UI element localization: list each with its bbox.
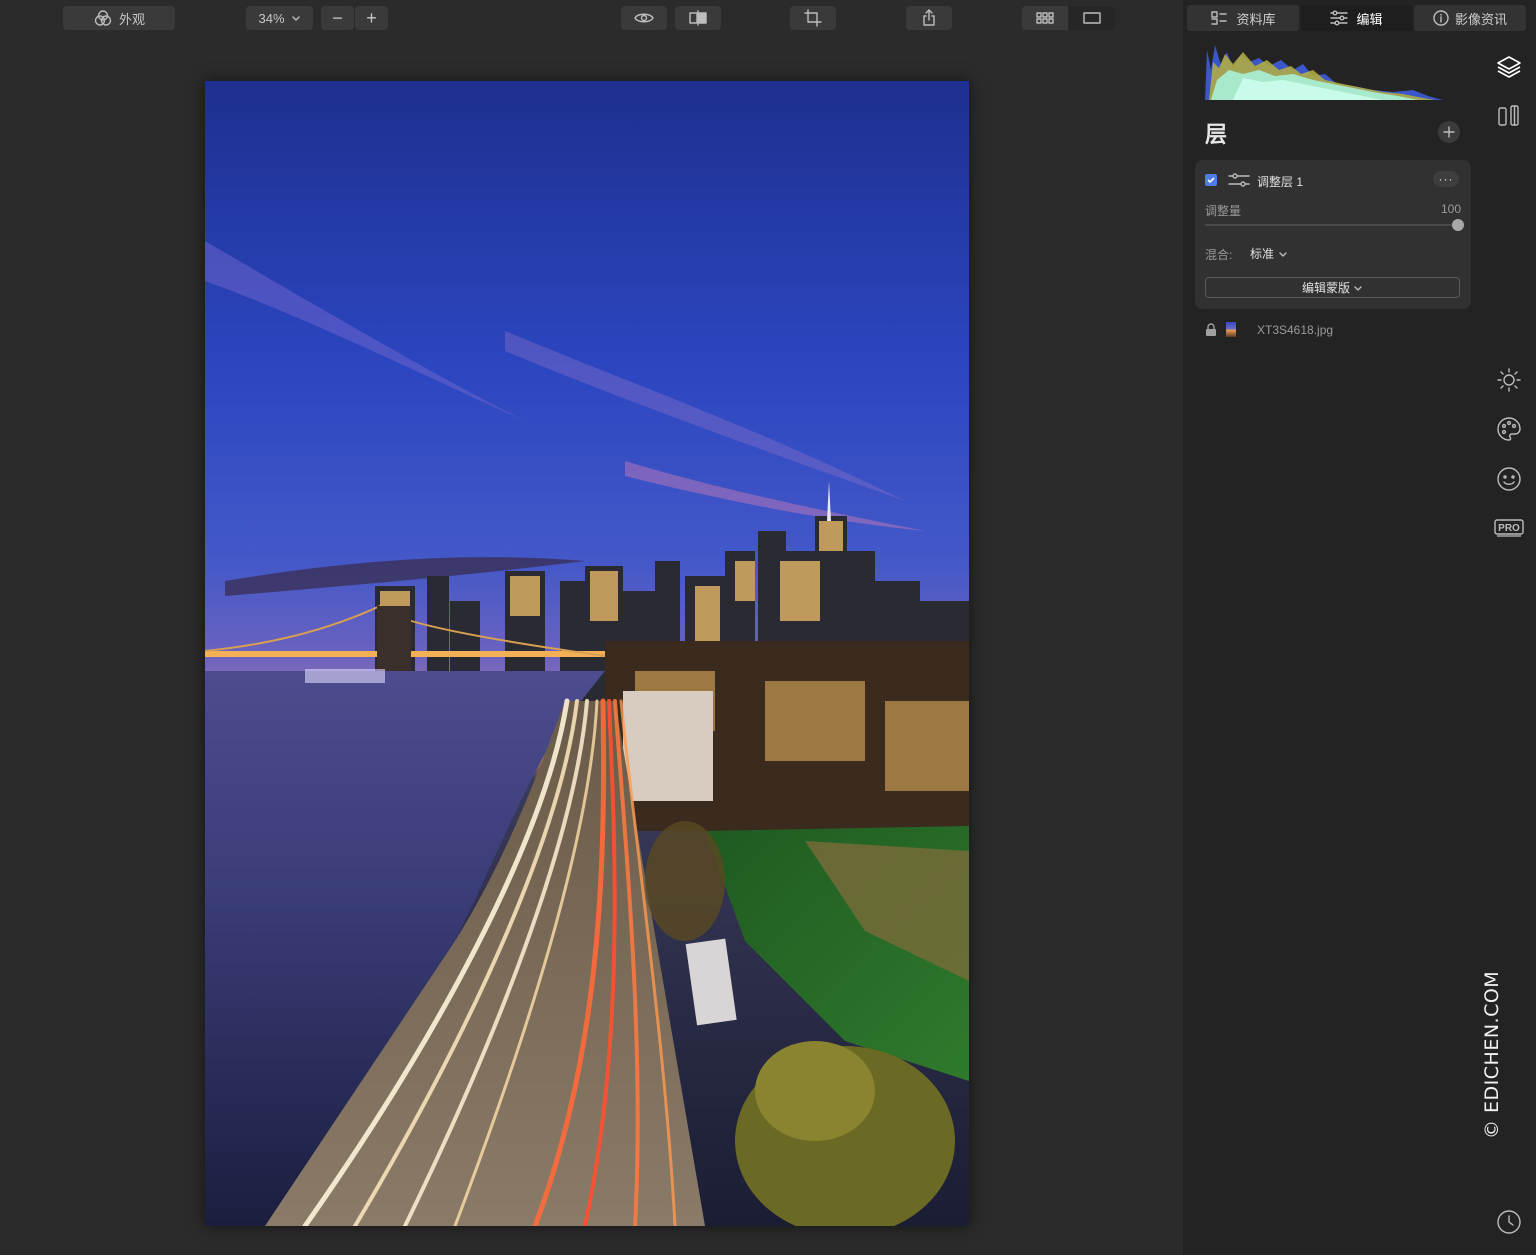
chevron-down-icon: [291, 16, 300, 21]
single-image-icon: [1083, 12, 1101, 24]
panel-tabs: 资料库 编辑 影像资讯: [1183, 0, 1536, 38]
history-button[interactable]: [1493, 1206, 1525, 1238]
tab-library-label: 资料库: [1236, 11, 1276, 27]
face-icon: [1497, 467, 1521, 491]
crop-icon: [804, 9, 822, 27]
tab-info[interactable]: 影像资讯: [1414, 5, 1526, 31]
edit-mask-button[interactable]: 编辑蒙版: [1205, 277, 1460, 298]
watermark: © EDICHEN.COM: [1480, 960, 1508, 1140]
tab-edit-label: 编辑: [1356, 11, 1383, 27]
info-icon: [1433, 10, 1449, 26]
looks-label: 外观: [118, 11, 145, 27]
edit-mask-label: 编辑蒙版: [1301, 281, 1350, 295]
presets-icon: [1498, 105, 1519, 126]
adjustment-icon: [1228, 173, 1250, 187]
top-toolbar: 外观 34% − +: [0, 0, 1183, 38]
grid-icon: [1036, 12, 1054, 24]
pro-tool-button[interactable]: PRO: [1493, 512, 1525, 544]
adjustment-layer-name[interactable]: 调整层 1: [1257, 173, 1303, 190]
amount-value[interactable]: 100: [1441, 202, 1461, 216]
tab-edit[interactable]: 编辑: [1301, 5, 1412, 31]
histogram: [1203, 40, 1453, 102]
tab-info-label: 影像资讯: [1454, 11, 1507, 27]
photo-preview[interactable]: [205, 81, 969, 1226]
compare-button[interactable]: [675, 6, 721, 30]
more-icon: ···: [1438, 172, 1454, 186]
share-icon: [923, 9, 935, 26]
plus-icon: [1443, 126, 1455, 138]
portrait-tool-button[interactable]: [1493, 463, 1525, 495]
looks-button[interactable]: 外观: [63, 6, 175, 30]
preview-button[interactable]: [621, 6, 667, 30]
pro-icon: PRO: [1494, 519, 1524, 537]
zoom-value: 34%: [258, 10, 285, 26]
blend-mode-value: 标准: [1250, 247, 1275, 261]
zoom-select[interactable]: 34%: [246, 6, 313, 30]
sliders-icon: [1330, 10, 1349, 26]
zoom-out-label: −: [332, 7, 343, 28]
watermark-text: © EDICHEN.COM: [1481, 970, 1503, 1139]
eye-icon: [634, 13, 654, 23]
single-view-button[interactable]: [1069, 6, 1115, 30]
library-icon: [1211, 11, 1228, 25]
crop-button[interactable]: [790, 6, 836, 30]
base-layer-row[interactable]: XT3S4618.jpg: [1195, 318, 1471, 342]
tab-library[interactable]: 资料库: [1187, 5, 1299, 31]
share-button[interactable]: [906, 6, 952, 30]
histogram-graph: [1205, 45, 1443, 100]
amount-slider-track: [1205, 224, 1458, 226]
photo-image: [205, 81, 969, 1226]
amount-slider-handle[interactable]: [1452, 219, 1464, 231]
adjustment-layer-card[interactable]: 调整层 1 ··· 调整量 100 混合: 标准 编辑蒙版: [1195, 160, 1471, 309]
chevron-down-icon: [1354, 285, 1362, 291]
layers-tool-button[interactable]: [1493, 51, 1525, 83]
layer-thumbnail: [1226, 322, 1236, 337]
light-tool-button[interactable]: [1493, 364, 1525, 396]
grid-view-button[interactable]: [1022, 6, 1068, 30]
svg-text:PRO: PRO: [1498, 523, 1520, 534]
clock-icon: [1497, 1210, 1521, 1234]
amount-slider[interactable]: [1205, 219, 1464, 231]
layer-visibility-checkbox[interactable]: [1205, 174, 1217, 186]
layers-icon: [1497, 56, 1521, 78]
blend-label: 混合:: [1205, 248, 1233, 262]
layer-more-button[interactable]: ···: [1433, 171, 1459, 187]
looks-icon: [94, 10, 112, 26]
lock-icon: [1206, 323, 1216, 336]
color-tool-button[interactable]: [1493, 413, 1525, 445]
blend-mode-select[interactable]: 标准: [1250, 245, 1288, 262]
zoom-out-button[interactable]: −: [321, 6, 354, 30]
split-view-icon: [689, 10, 707, 26]
checkmark-icon: [1207, 177, 1215, 184]
presets-tool-button[interactable]: [1493, 100, 1525, 132]
palette-icon: [1497, 417, 1521, 441]
sun-icon: [1497, 368, 1521, 392]
zoom-in-label: +: [366, 7, 377, 28]
layers-title: 层: [1205, 122, 1228, 147]
amount-label: 调整量: [1205, 204, 1242, 218]
base-layer-filename: XT3S4618.jpg: [1257, 323, 1334, 337]
zoom-in-button[interactable]: +: [355, 6, 388, 30]
chevron-down-icon: [1279, 251, 1287, 257]
add-layer-button[interactable]: [1438, 121, 1460, 143]
